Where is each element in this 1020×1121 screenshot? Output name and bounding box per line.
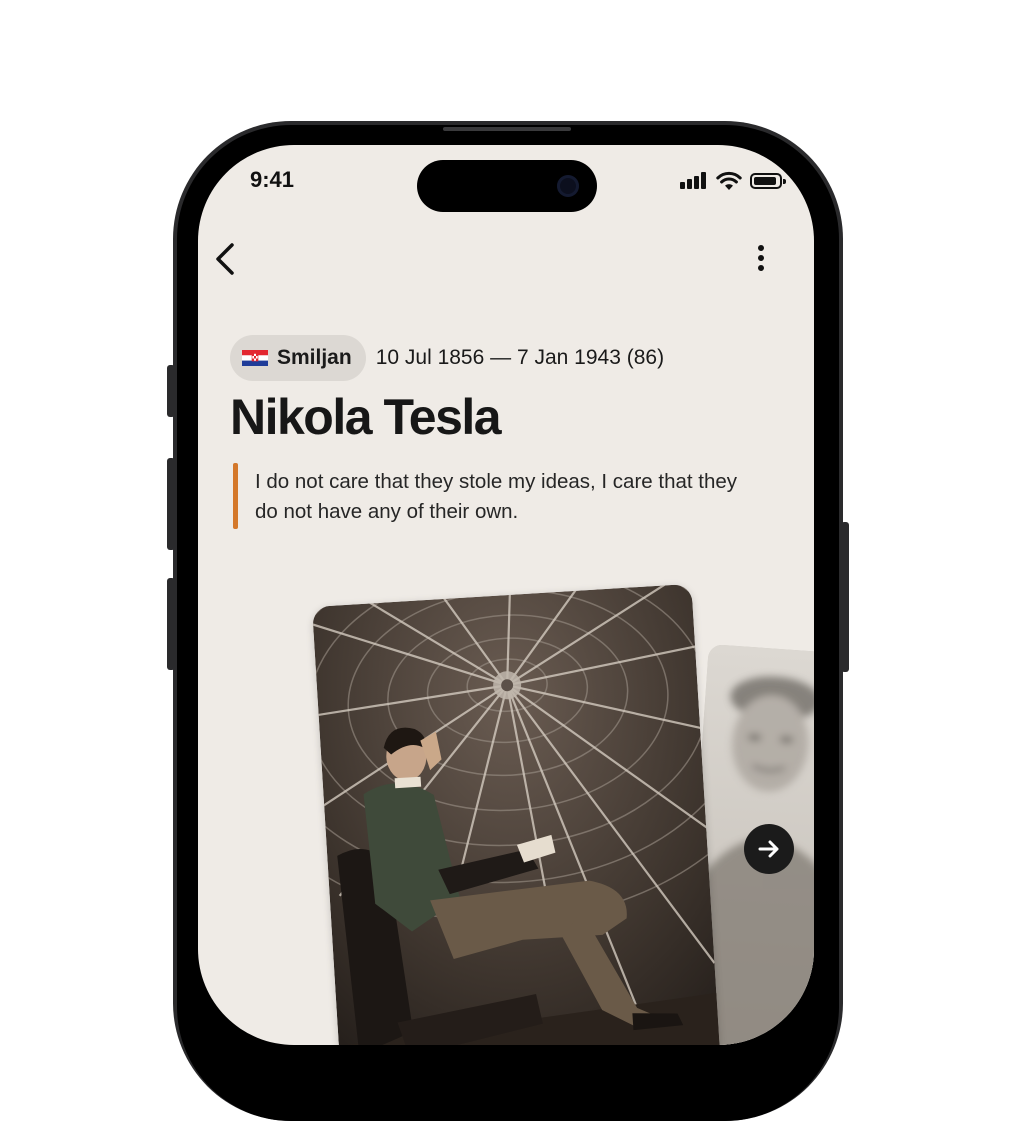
status-time: 9:41 [250,167,295,192]
dynamic-island [417,160,597,212]
birthplace-label: Smiljan [277,346,352,369]
cellular-signal-icon [680,172,710,190]
main-photo-card[interactable] [312,583,724,1045]
person-meta-row: Smiljan 10 Jul 1856 — 7 Jan 1943 (86) [230,334,664,382]
app-screen: 9:41 Smiljan 10 Jul 1856 — 7 Jan 1943 (8… [198,145,814,1045]
croatia-flag-icon [242,350,268,366]
quote-accent-bar [233,463,238,529]
person-quote: I do not care that they stole my ideas, … [255,470,738,523]
life-dates: 10 Jul 1856 — 7 Jan 1943 (86) [375,346,665,369]
battery-icon [750,173,786,189]
more-options-button[interactable] [749,239,773,279]
arrow-right-icon [758,840,779,858]
wifi-icon [716,171,742,190]
back-button[interactable] [208,237,244,281]
more-vertical-icon [758,245,764,271]
phone-top-seam [443,127,571,131]
front-camera-icon [557,175,579,197]
tesla-coil-photo [312,583,724,1045]
birthplace-chip[interactable]: Smiljan [230,335,366,381]
chevron-left-icon [216,243,234,275]
next-photo-button[interactable] [744,824,794,874]
person-name: Nikola Tesla [230,389,502,445]
